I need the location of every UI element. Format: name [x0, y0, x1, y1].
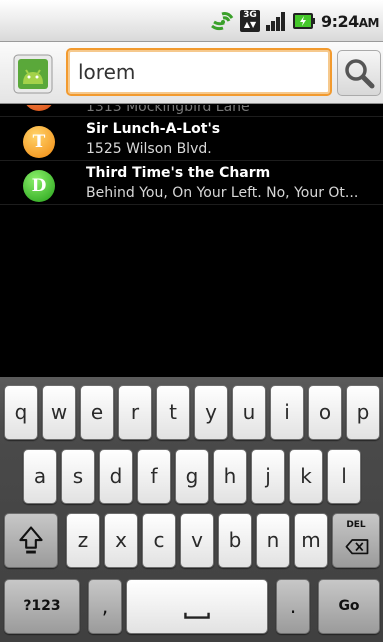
key-o[interactable]: o: [308, 385, 342, 440]
key-m[interactable]: m: [294, 513, 328, 568]
key-h[interactable]: h: [213, 449, 247, 504]
result-badge: D: [23, 170, 55, 202]
results-list: 1313 Mockingbird Lane T Sir Lunch-A-Lot'…: [0, 105, 383, 205]
list-item[interactable]: T Sir Lunch-A-Lot's 1525 Wilson Blvd.: [0, 117, 383, 161]
shift-key[interactable]: [4, 513, 58, 568]
key-p[interactable]: p: [346, 385, 380, 440]
battery-icon: [292, 13, 315, 29]
signal-icon: [265, 12, 285, 31]
key-j[interactable]: j: [251, 449, 285, 504]
result-title: Sir Lunch-A-Lot's: [86, 121, 221, 137]
network-type-label: 3G: [243, 10, 257, 20]
space-icon: [184, 612, 210, 619]
key-f[interactable]: f: [137, 449, 171, 504]
key-k[interactable]: k: [289, 449, 323, 504]
key-l[interactable]: l: [327, 449, 361, 504]
search-bar: [0, 42, 383, 104]
key-i[interactable]: i: [270, 385, 304, 440]
key-u[interactable]: u: [232, 385, 266, 440]
key-n[interactable]: n: [256, 513, 290, 568]
key-r[interactable]: r: [118, 385, 152, 440]
search-icon: [345, 59, 375, 89]
result-badge: T: [23, 126, 55, 158]
status-icons: 3G ▲▼ 9:24AM: [209, 9, 380, 33]
key-a[interactable]: a: [23, 449, 57, 504]
key-t[interactable]: t: [156, 385, 190, 440]
space-key[interactable]: [126, 579, 268, 634]
key-g[interactable]: g: [175, 449, 209, 504]
result-subtitle: 1313 Mockingbird Lane: [86, 105, 250, 115]
key-x[interactable]: x: [104, 513, 138, 568]
backspace-icon: [345, 539, 369, 555]
result-badge: [23, 105, 55, 111]
key-z[interactable]: z: [66, 513, 100, 568]
go-key[interactable]: Go: [318, 579, 380, 634]
soft-keyboard: q w e r t y u i o p a s d f g h j k l z …: [0, 377, 383, 642]
period-key[interactable]: .: [276, 579, 310, 634]
key-c[interactable]: c: [142, 513, 176, 568]
comma-key[interactable]: ,: [88, 579, 122, 634]
result-subtitle: Behind You, On Your Left. No, Your Ot...: [86, 185, 359, 201]
key-b[interactable]: b: [218, 513, 252, 568]
key-s[interactable]: s: [61, 449, 95, 504]
status-time-suffix: AM: [358, 15, 380, 30]
3g-icon: 3G ▲▼: [239, 10, 260, 32]
result-subtitle: 1525 Wilson Blvd.: [86, 141, 212, 157]
sync-icon: [211, 12, 234, 31]
key-e[interactable]: e: [80, 385, 114, 440]
key-w[interactable]: w: [42, 385, 76, 440]
symbols-key[interactable]: ?123: [4, 579, 80, 634]
key-d[interactable]: d: [99, 449, 133, 504]
result-title: Third Time's the Charm: [86, 165, 271, 181]
shift-icon: [19, 526, 43, 554]
status-bar: 3G ▲▼ 9:24AM: [0, 0, 383, 42]
key-q[interactable]: q: [4, 385, 38, 440]
delete-key[interactable]: DEL: [332, 513, 380, 568]
list-item[interactable]: D Third Time's the Charm Behind You, On …: [0, 161, 383, 205]
list-item[interactable]: 1313 Mockingbird Lane: [0, 105, 383, 117]
status-time: 9:24AM: [320, 11, 380, 31]
android-app-icon: [13, 54, 53, 94]
status-time-value: 9:24: [320, 11, 359, 31]
key-y[interactable]: y: [194, 385, 228, 440]
search-input[interactable]: [66, 48, 332, 96]
key-v[interactable]: v: [180, 513, 214, 568]
search-button[interactable]: [337, 50, 381, 96]
